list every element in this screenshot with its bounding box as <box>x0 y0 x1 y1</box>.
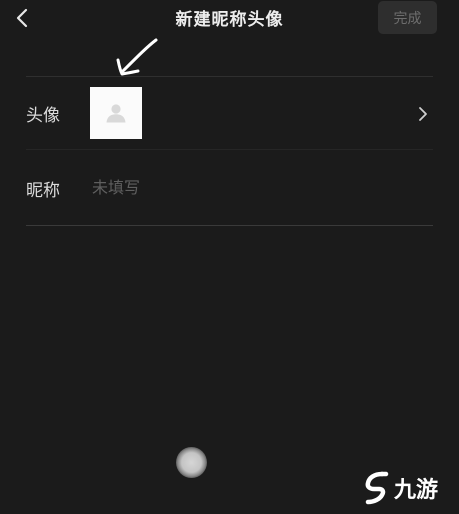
avatar[interactable] <box>90 87 142 139</box>
jiuyou-logo-icon <box>365 471 389 505</box>
new-nickname-avatar-screen: 新建昵称头像 完成 头像 昵称 九游 <box>0 0 459 514</box>
nav-bar: 新建昵称头像 完成 <box>0 0 459 36</box>
nickname-row: 昵称 <box>0 150 459 225</box>
chevron-right-icon <box>419 107 427 121</box>
nickname-label: 昵称 <box>26 181 60 201</box>
default-user-icon <box>106 104 126 123</box>
assistive-touch-dot-icon[interactable] <box>176 447 207 478</box>
hand-drawn-arrow-icon <box>116 38 158 76</box>
divider <box>26 225 433 226</box>
done-button[interactable]: 完成 <box>378 1 437 34</box>
avatar-row[interactable]: 头像 <box>0 77 459 149</box>
watermark: 九游 <box>362 468 454 508</box>
watermark-text: 九游 <box>394 477 439 503</box>
avatar-label: 头像 <box>26 106 60 126</box>
nickname-input[interactable] <box>92 172 412 202</box>
